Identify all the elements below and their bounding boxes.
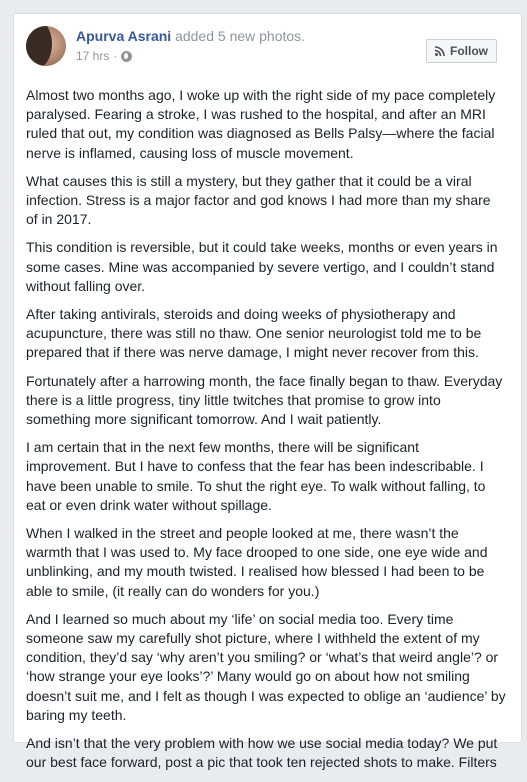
post-paragraph: This condition is reversible, but it cou…: [26, 239, 498, 294]
post-body: Almost two months ago, I woke up with th…: [26, 86, 506, 782]
post-paragraph: What causes this is still a mystery, but…: [26, 172, 491, 228]
author-name-link[interactable]: Apurva Asrani: [76, 28, 171, 44]
post-paragraph: Fortunately after a harrowing month, the…: [26, 372, 503, 428]
post-paragraph: And I learned so much about my ‘life’ on…: [26, 610, 506, 723]
meta-separator: ·: [113, 49, 118, 63]
follow-label: Follow: [450, 44, 488, 58]
post-title-line: Apurva Asrani added 5 new photos.: [76, 28, 305, 44]
post-paragraph: And isn’t that the very problem with how…: [26, 735, 498, 771]
post-action-text: added 5 new photos.: [175, 28, 306, 44]
globe-icon[interactable]: [121, 50, 133, 62]
post-paragraph: Almost two months ago, I woke up with th…: [26, 87, 496, 161]
post-paragraph: After taking antivirals, steroids and do…: [26, 306, 482, 361]
post-card: Apurva Asrani added 5 new photos. 17 hrs…: [13, 13, 522, 770]
post-paragraph: When I walked in the street and people l…: [26, 525, 488, 599]
post-header: Apurva Asrani added 5 new photos. 17 hrs…: [14, 14, 521, 76]
post-timestamp[interactable]: 17 hrs: [76, 49, 109, 63]
post-meta: 17 hrs ·: [76, 49, 133, 63]
follow-button[interactable]: Follow: [426, 39, 497, 63]
post-paragraph: I am certain that in the next few months…: [26, 439, 486, 513]
avatar[interactable]: [26, 26, 66, 66]
rss-icon: [435, 46, 445, 56]
